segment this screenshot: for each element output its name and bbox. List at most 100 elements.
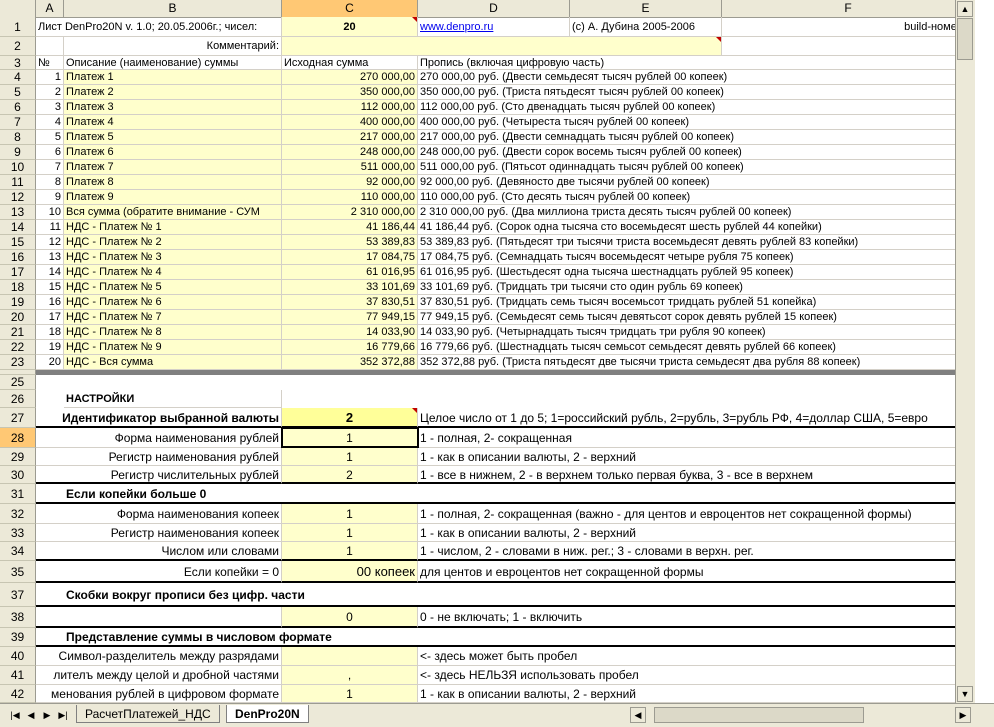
amount-in-words[interactable]: 248 000,00 руб. (Двести сорок восемь тыс… [418,145,975,160]
prev-sheet-icon[interactable]: ◀ [24,708,38,722]
payment-description[interactable]: НДС - Платеж № 6 [64,295,282,310]
kopeck-name-case-input[interactable]: 1 [282,524,418,542]
row-header[interactable]: 23 [0,355,36,370]
rub-name-case-input[interactable]: 1 [282,448,418,466]
payment-amount[interactable]: 350 000,00 [282,85,418,100]
payment-description[interactable]: Платеж 1 [64,70,282,85]
payment-number[interactable]: 10 [36,205,64,220]
payment-amount[interactable]: 217 000,00 [282,130,418,145]
last-sheet-icon[interactable]: ▶| [56,708,70,722]
rub-name-form-label[interactable]: Форма наименования рублей [36,428,282,448]
amount-in-words[interactable]: 400 000,00 руб. (Четыреста тысяч рублей … [418,115,975,130]
cell-c1[interactable]: 20 [282,17,418,37]
row-header[interactable]: 12 [0,190,36,205]
column-header-d[interactable]: D [418,0,570,17]
payment-amount[interactable]: 37 830,51 [282,295,418,310]
brackets-hint[interactable]: 0 - не включать; 1 - включить [418,607,975,628]
cell-a2[interactable] [36,37,64,56]
rub-name-numeric-case-input[interactable]: 1 [282,685,418,703]
payment-description[interactable]: Платеж 2 [64,85,282,100]
rub-name-form-hint[interactable]: 1 - полная, 2- сокращенная [418,428,975,448]
cell-f2[interactable] [722,37,975,56]
number-or-words-hint[interactable]: 1 - числом, 2 - словами в ниж. рег.; 3 -… [418,542,975,561]
payment-number[interactable]: 11 [36,220,64,235]
payment-number[interactable]: 15 [36,280,64,295]
amount-in-words[interactable]: 53 389,83 руб. (Пятьдесят три тысячи три… [418,235,975,250]
row-header[interactable]: 4 [0,70,36,85]
row-header[interactable]: 5 [0,85,36,100]
amount-in-words[interactable]: 77 949,15 руб. (Семьдесят семь тысяч дев… [418,310,975,325]
amount-in-words[interactable]: 61 016,95 руб. (Шестьдесят одна тысяча ш… [418,265,975,280]
brackets-input[interactable]: 0 [282,607,418,628]
brackets-section-heading[interactable]: Скобки вокруг прописи без цифр. части [36,583,975,607]
cell-f1[interactable]: build-номер п [722,17,975,37]
row-header[interactable]: 14 [0,220,36,235]
decimal-separator-input[interactable]: , [282,666,418,685]
row-header[interactable]: 30 [0,466,36,484]
payment-number[interactable]: 7 [36,160,64,175]
payment-amount[interactable]: 248 000,00 [282,145,418,160]
amount-in-words[interactable]: 16 779,66 руб. (Шестнадцать тысяч семьсо… [418,340,975,355]
payment-amount[interactable]: 14 033,90 [282,325,418,340]
row-header[interactable]: 21 [0,325,36,340]
payment-number[interactable]: 2 [36,85,64,100]
amount-in-words[interactable]: 17 084,75 руб. (Семнадцать тысяч восемьд… [418,250,975,265]
amount-in-words[interactable]: 41 186,44 руб. (Сорок одна тысяча сто во… [418,220,975,235]
payment-number[interactable]: 19 [36,340,64,355]
amount-in-words[interactable]: 352 372,88 руб. (Триста пятьдесят две ты… [418,355,975,370]
row-header[interactable]: 3 [0,56,36,70]
payment-description[interactable]: Платеж 4 [64,115,282,130]
numeric-format-section-heading[interactable]: Представление суммы в числовом формате [36,628,975,647]
column-header-a[interactable]: A [36,0,64,17]
rub-numeral-case-input[interactable]: 2 [282,466,418,484]
payment-number[interactable]: 13 [36,250,64,265]
spreadsheet-grid[interactable]: A B C D E F 1 Лист DenPro20N v. 1.0; 20.… [0,0,975,703]
row-header[interactable]: 25 [0,375,36,390]
row-header[interactable]: 42 [0,685,36,703]
decimal-separator-label[interactable]: лителъ между целой и дробной частями [36,666,282,685]
row-header[interactable]: 17 [0,265,36,280]
payment-number[interactable]: 12 [36,235,64,250]
payment-number[interactable]: 6 [36,145,64,160]
number-or-words-label[interactable]: Числом или словами [36,542,282,561]
payment-description[interactable]: Вся сумма (обратите внимание - СУМ [64,205,282,220]
row-header[interactable]: 26 [0,390,36,408]
amount-in-words[interactable]: 2 310 000,00 руб. (Два миллиона триста д… [418,205,975,220]
payment-number[interactable]: 9 [36,190,64,205]
rub-name-case-hint[interactable]: 1 - как в описании валюты, 2 - верхний [418,448,975,466]
payment-number[interactable]: 4 [36,115,64,130]
payment-description[interactable]: Платеж 9 [64,190,282,205]
vertical-scrollbar[interactable]: ▲ ▼ [955,0,975,703]
row-header[interactable]: 1 [0,17,36,37]
cell-a1[interactable]: Лист DenPro20N v. 1.0; 20.05.2006г.; чис… [36,17,282,37]
tab-denpro20n[interactable]: DenPro20N [226,705,309,723]
cell-e1[interactable]: (с) А. Дубина 2005-2006 [570,17,722,37]
payment-number[interactable]: 3 [36,100,64,115]
payment-description[interactable]: Платеж 6 [64,145,282,160]
number-or-words-input[interactable]: 1 [282,542,418,561]
payment-description[interactable]: НДС - Платеж № 8 [64,325,282,340]
scroll-left-icon[interactable]: ◀ [630,707,646,723]
currency-id-label[interactable]: Идентификатор выбранной валюты [36,408,282,428]
payment-description[interactable]: НДС - Платеж № 5 [64,280,282,295]
payment-description[interactable]: НДС - Платеж № 2 [64,235,282,250]
row-header[interactable]: 40 [0,647,36,666]
rub-name-form-input[interactable]: 1 [282,428,418,448]
row-header[interactable]: 16 [0,250,36,265]
payment-amount[interactable]: 112 000,00 [282,100,418,115]
column-header-c[interactable]: C [282,0,418,17]
row-header[interactable]: 19 [0,295,36,310]
cell-d1-link[interactable]: www.denpro.ru [418,17,570,37]
scroll-right-icon[interactable]: ▶ [955,707,971,723]
rub-name-case-label[interactable]: Регистр наименования рублей [36,448,282,466]
row-header[interactable]: 37 [0,583,36,607]
payment-number[interactable]: 5 [36,130,64,145]
rub-numeral-case-label[interactable]: Регистр числительных рублей [36,466,282,484]
payment-number[interactable]: 20 [36,355,64,370]
payment-number[interactable]: 8 [36,175,64,190]
row-header[interactable]: 29 [0,448,36,466]
payment-amount[interactable]: 77 949,15 [282,310,418,325]
currency-id-input[interactable]: 2 [282,408,418,428]
kopeck-name-form-input[interactable]: 1 [282,504,418,524]
header-description[interactable]: Описание (наименование) суммы [64,56,282,70]
